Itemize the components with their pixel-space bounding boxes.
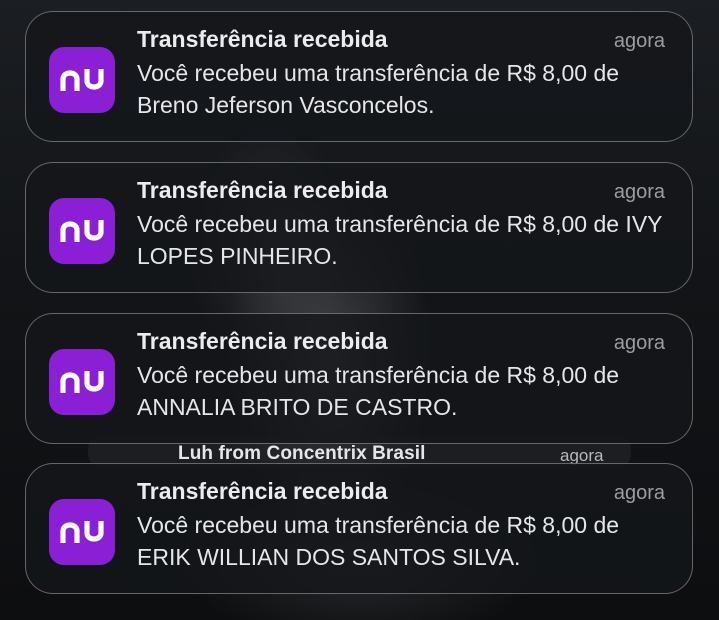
notification-title: Transferência recebida: [137, 177, 388, 203]
notification-time: agora: [613, 181, 665, 203]
notification-card[interactable]: Transferência recebida agora Você recebe…: [25, 162, 693, 293]
background-notification-title: Luh from Concentrix Brasil: [178, 443, 426, 464]
notification-title: Transferência recebida: [137, 328, 388, 354]
notification-card[interactable]: Transferência recebida agora Você recebe…: [25, 313, 693, 444]
notification-title: Transferência recebida: [137, 26, 388, 52]
notification-time: agora: [613, 30, 665, 52]
nubank-logo-icon: [49, 198, 115, 264]
nubank-logo-icon: [49, 47, 115, 113]
notification-body: Você recebeu uma transferência de R$ 8,0…: [137, 60, 620, 118]
nubank-logo-icon: [49, 349, 115, 415]
notification-title: Transferência recebida: [137, 478, 388, 504]
notification-card[interactable]: Transferência recebida agora Você recebe…: [25, 463, 693, 594]
notification-body: Você recebeu uma transferência de R$ 8,0…: [137, 211, 663, 269]
notification-time: agora: [613, 332, 665, 354]
notification-card[interactable]: Transferência recebida agora Você recebe…: [25, 11, 693, 142]
notification-body: Você recebeu uma transferência de R$ 8,0…: [137, 362, 620, 420]
notification-time: agora: [613, 482, 665, 504]
nubank-logo-icon: [49, 499, 115, 565]
notification-body: Você recebeu uma transferência de R$ 8,0…: [137, 512, 620, 570]
